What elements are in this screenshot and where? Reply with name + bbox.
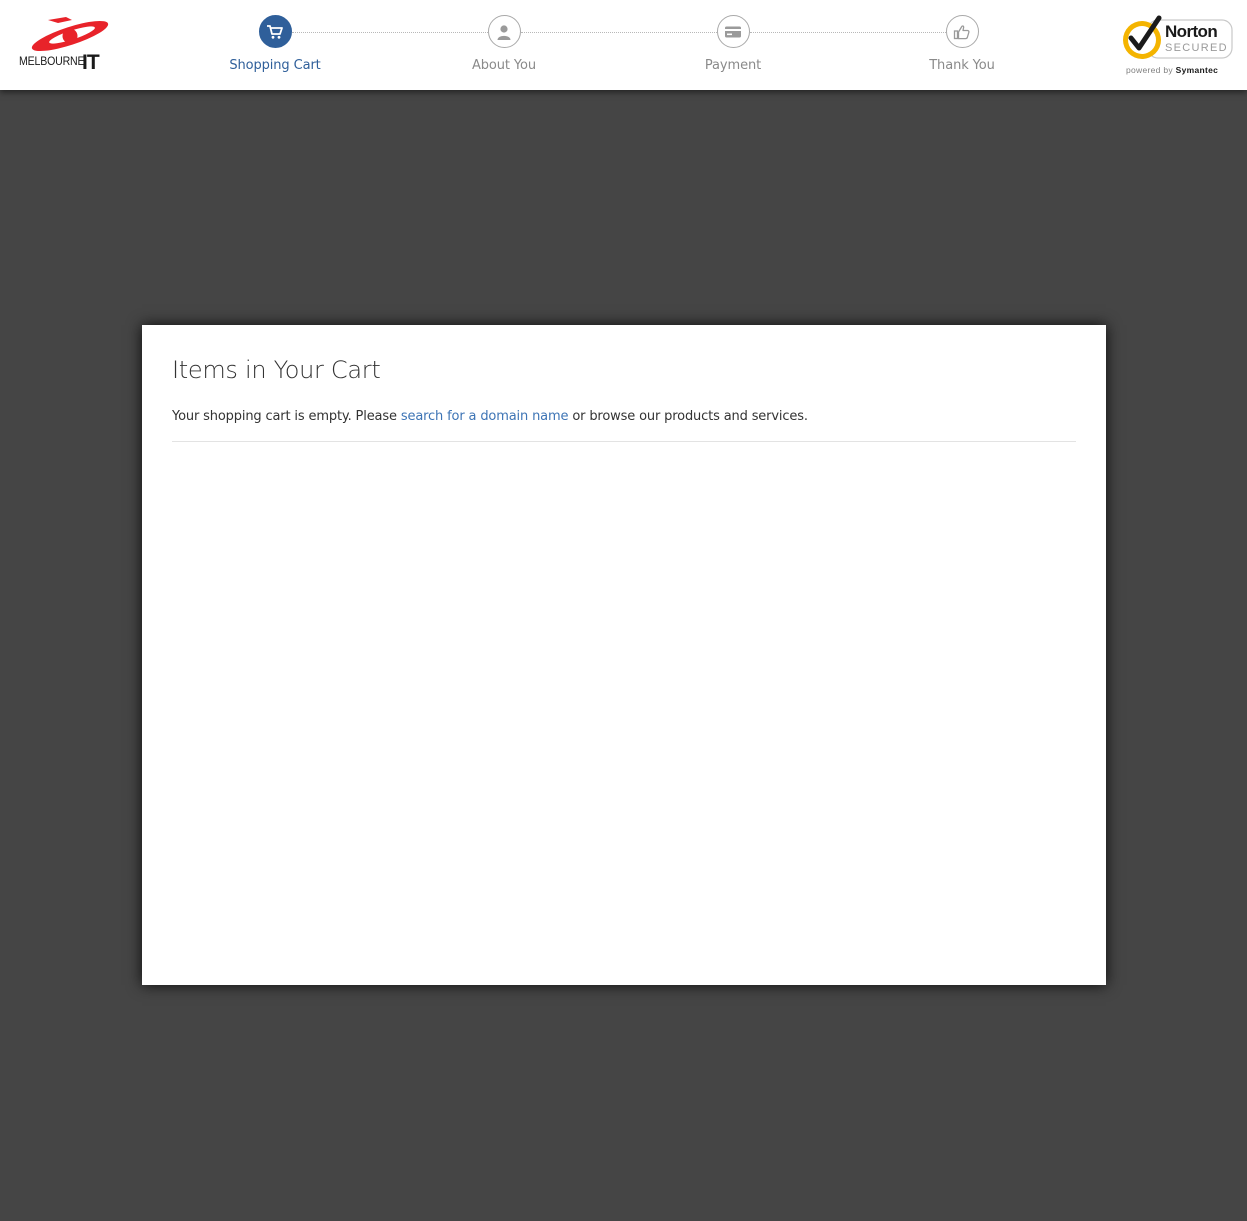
- step-label: Thank You: [929, 58, 995, 73]
- checkout-progress: Shopping Cart About You Payment Thank Yo…: [0, 0, 1247, 90]
- step-label: Shopping Cart: [229, 58, 321, 73]
- checkout-header: MELBOURNE IT Shopping Cart About You Pay…: [0, 0, 1247, 90]
- step-about-you[interactable]: About You: [434, 15, 574, 73]
- thumbs-up-icon: [945, 15, 979, 48]
- message-before: Your shopping cart is empty. Please: [172, 409, 401, 424]
- step-label: About You: [471, 58, 537, 73]
- norton-wordmark: Norton: [1165, 22, 1218, 41]
- norton-powered-by: powered by Symantec: [1126, 65, 1218, 75]
- norton-secured-seal[interactable]: Norton SECURED powered by Symantec: [1118, 14, 1236, 78]
- credit-card-icon: [716, 15, 750, 48]
- cart-icon: [258, 15, 292, 48]
- cart-panel: Items in Your Cart Your shopping cart is…: [142, 325, 1106, 985]
- page-title: Items in Your Cart: [172, 356, 381, 384]
- message-after: or browse our products and services.: [568, 409, 808, 424]
- search-domain-link[interactable]: search for a domain name: [401, 409, 569, 424]
- divider: [172, 441, 1076, 442]
- symantec-text: Symantec: [1175, 65, 1219, 75]
- step-payment[interactable]: Payment: [663, 15, 803, 73]
- empty-cart-message: Your shopping cart is empty. Please sear…: [172, 409, 808, 424]
- step-shopping-cart[interactable]: Shopping Cart: [205, 15, 345, 73]
- step-label: Payment: [704, 58, 762, 73]
- norton-secured-text: SECURED: [1165, 42, 1228, 54]
- step-thank-you[interactable]: Thank You: [892, 15, 1032, 73]
- powered-by-text: powered by: [1126, 65, 1173, 75]
- user-icon: [487, 15, 521, 48]
